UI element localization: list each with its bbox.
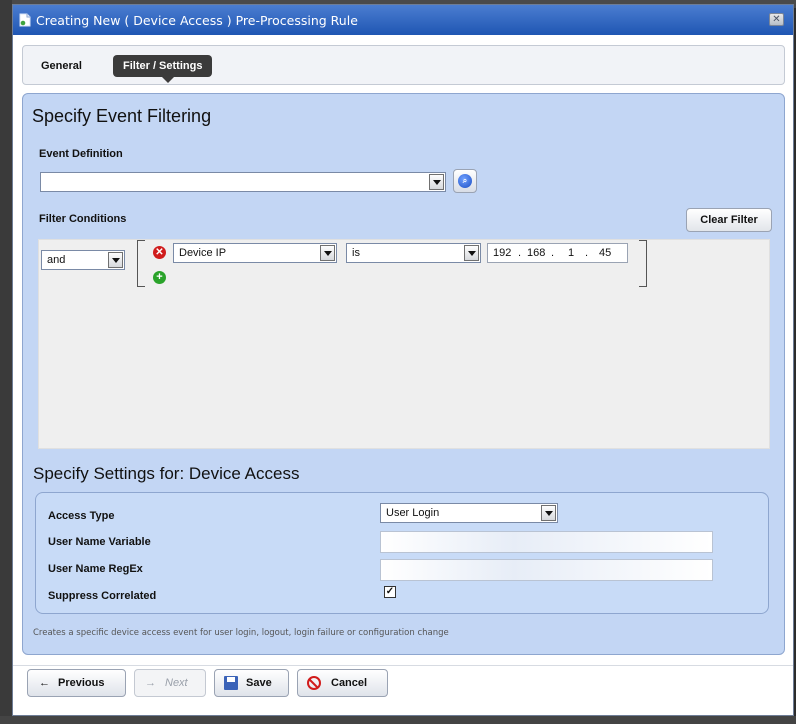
chevron-down-icon[interactable]	[464, 245, 479, 261]
save-button[interactable]: Save	[214, 669, 289, 697]
chevron-down-icon[interactable]	[108, 252, 123, 268]
event-filtering-heading: Specify Event Filtering	[32, 106, 212, 126]
condition-comparator-select[interactable]: is	[346, 243, 481, 263]
user-name-variable-input[interactable]	[380, 531, 713, 553]
previous-button[interactable]: ← Previous	[27, 669, 126, 697]
dialog-titlebar[interactable]: Creating New ( Device Access ) Pre-Proce…	[13, 5, 793, 35]
condition-field-select[interactable]: Device IP	[173, 243, 337, 263]
tab-bar: General Filter / Settings	[22, 45, 785, 85]
user-name-regex-input[interactable]	[380, 559, 713, 581]
cancel-label: Cancel	[331, 677, 368, 689]
condition-comparator-value: is	[352, 247, 360, 259]
ip-octet-3[interactable]: 1	[568, 247, 574, 259]
ip-dot: .	[551, 247, 555, 259]
arrow-left-icon: ←	[39, 677, 50, 689]
condition-bracket-left	[137, 240, 145, 287]
settings-box: Access Type User Login User Name Variabl…	[35, 492, 769, 614]
user-name-regex-label: User Name RegEx	[48, 563, 143, 575]
ip-octet-2[interactable]: 168	[527, 247, 545, 259]
footer-divider	[13, 665, 793, 666]
search-icon: ⌕	[458, 174, 472, 188]
close-button[interactable]: ✕	[769, 13, 784, 26]
ip-address-input[interactable]: 192 . 168 . 1 . 45	[487, 243, 628, 263]
active-tab-pointer	[162, 77, 174, 83]
check-icon: ✓	[385, 586, 395, 597]
ip-octet-1[interactable]: 192	[493, 247, 511, 259]
close-icon: ✕	[772, 14, 781, 25]
condition-operator-value: and	[47, 254, 66, 266]
clear-filter-button[interactable]: Clear Filter	[686, 208, 772, 232]
tab-general[interactable]: General	[41, 60, 82, 72]
remove-condition-icon[interactable]: ✕	[153, 246, 166, 259]
condition-operator-select[interactable]: and	[41, 250, 125, 270]
user-name-variable-label: User Name Variable	[48, 536, 151, 548]
access-type-value: User Login	[386, 507, 440, 519]
rule-description: Creates a specific device access event f…	[33, 628, 449, 638]
ip-dot: .	[518, 247, 522, 259]
filter-conditions-area: and ✕ Device IP is 192 . 168 . 1 . 45 +	[38, 239, 770, 449]
access-type-label: Access Type	[48, 510, 115, 522]
next-button[interactable]: → Next	[134, 669, 206, 697]
next-label: Next	[165, 677, 188, 689]
background-bottom	[0, 716, 796, 724]
dialog-title: Creating New ( Device Access ) Pre-Proce…	[36, 13, 358, 28]
filter-conditions-label: Filter Conditions	[39, 213, 127, 225]
condition-field-value: Device IP	[179, 247, 227, 259]
suppress-correlated-label: Suppress Correlated	[48, 590, 157, 602]
floppy-disk-icon	[224, 676, 238, 690]
suppress-correlated-checkbox[interactable]: ✓	[384, 586, 396, 598]
chevron-down-icon[interactable]	[429, 174, 444, 190]
access-type-select[interactable]: User Login	[380, 503, 558, 523]
settings-heading: Specify Settings for: Device Access	[33, 464, 300, 483]
save-label: Save	[246, 677, 272, 689]
cancel-icon	[307, 676, 321, 690]
event-definition-label: Event Definition	[39, 148, 123, 160]
tab-filter-settings[interactable]: Filter / Settings	[113, 55, 213, 77]
previous-label: Previous	[58, 677, 105, 689]
chevron-down-icon[interactable]	[320, 245, 335, 261]
add-condition-icon[interactable]: +	[153, 271, 166, 284]
arrow-right-icon: →	[145, 677, 156, 689]
document-icon	[19, 13, 31, 27]
ip-dot: .	[585, 247, 589, 259]
event-definition-select[interactable]	[40, 172, 446, 192]
chevron-down-icon[interactable]	[541, 505, 556, 521]
ip-octet-4[interactable]: 45	[599, 247, 611, 259]
cancel-button[interactable]: Cancel	[297, 669, 388, 697]
filter-settings-panel: Specify Event Filtering Event Definition…	[22, 93, 785, 655]
background-left	[0, 0, 12, 724]
rule-dialog: Creating New ( Device Access ) Pre-Proce…	[12, 4, 794, 716]
event-definition-search-button[interactable]: ⌕	[453, 169, 477, 193]
condition-bracket-right	[639, 240, 647, 287]
